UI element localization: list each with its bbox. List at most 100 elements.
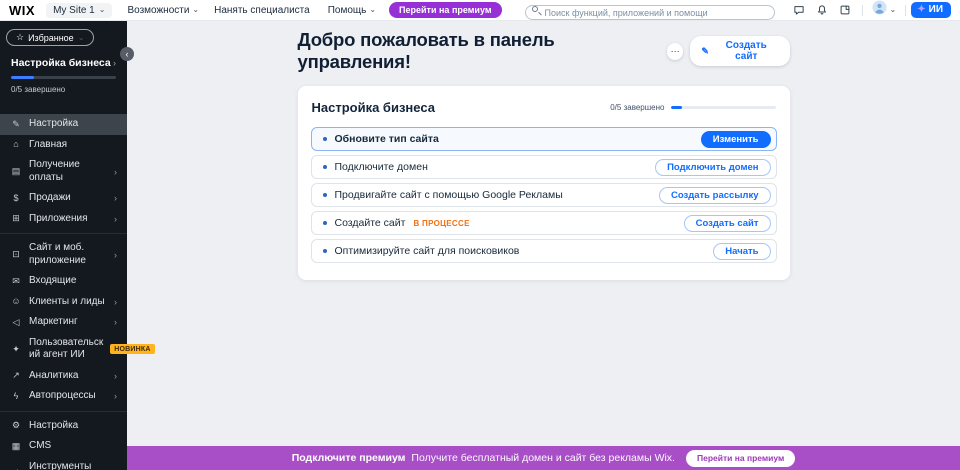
topbar-right: ⌄ ✦ ИИ <box>525 0 951 20</box>
banner-premium-button[interactable]: Перейти на премиум <box>686 450 795 467</box>
create-site-header-label: Создать сайт <box>714 40 779 62</box>
top-nav-item-label: Помощь <box>328 5 367 16</box>
top-nav: Возможности ⌄ Нанять специалиста Помощь … <box>112 5 376 16</box>
sidebar-item-label: Сайт и моб. приложение <box>29 242 107 267</box>
separator <box>862 5 863 16</box>
create-site-header-button[interactable]: ✎ Создать сайт <box>690 36 789 66</box>
wix-logo: WIX <box>9 3 35 18</box>
card-title: Настройка бизнеса <box>312 100 435 115</box>
business-setup-link[interactable]: Настройка бизнеса › <box>11 57 116 69</box>
business-setup-card: Настройка бизнеса 0/5 завершено Обновите… <box>298 86 790 280</box>
pencil-icon: ✎ <box>701 46 709 57</box>
card-progress-fill <box>671 106 683 109</box>
more-actions-button[interactable]: ⋯ <box>667 43 684 60</box>
pencil-icon: ✎ <box>10 120 22 129</box>
sidebar-item[interactable]: ⊞ Приложения › <box>0 209 127 230</box>
bullet-icon <box>323 165 327 169</box>
sidebar-item[interactable]: </> Инструменты разработчика › <box>0 457 127 470</box>
task-row: Обновите тип сайта Изменить <box>311 127 777 151</box>
task-row: Продвигайте сайт с помощью Google Реклам… <box>311 183 777 207</box>
task-action-button[interactable]: Изменить <box>701 131 771 148</box>
task-label: Оптимизируйте сайт для поисковиков <box>335 245 520 257</box>
chevron-right-icon: › <box>114 250 117 260</box>
sidebar-item[interactable]: ▤ Получение оплаты › <box>0 155 127 188</box>
task-list: Обновите тип сайта Изменить Подключите д… <box>311 127 777 263</box>
sidebar-item[interactable]: ⊡ Сайт и моб. приложение › <box>0 238 127 271</box>
site-mobile-icon: ⊡ <box>10 250 22 259</box>
top-nav-item[interactable]: Помощь ⌄ <box>328 5 376 16</box>
sidebar-item[interactable]: ✉ Входящие <box>0 271 127 292</box>
site-selector-label: My Site 1 <box>53 5 95 16</box>
sidebar-item-label: Входящие <box>29 275 117 288</box>
notifications-bell-icon[interactable] <box>816 4 829 17</box>
sidebar-collapse-button[interactable]: ‹ <box>120 47 134 61</box>
ai-button-label: ИИ <box>929 4 943 15</box>
page-header: Добро пожаловать в панель управления! ⋯ … <box>298 29 790 73</box>
premium-banner: Подключите премиум Получите бесплатный д… <box>127 446 960 470</box>
site-selector[interactable]: My Site 1 ⌄ <box>46 3 112 18</box>
chevron-right-icon: › <box>114 167 117 177</box>
search-box <box>525 3 775 18</box>
main-area: Добро пожаловать в панель управления! ⋯ … <box>127 20 960 470</box>
task-action-button[interactable]: Создать рассылку <box>659 187 771 204</box>
task-label: Обновите тип сайта <box>335 133 439 145</box>
contacts-icon: ☺ <box>10 297 22 306</box>
app-body: ‹ ☆ Избранное ⌄ Настройка бизнеса › 0/5 … <box>0 20 960 470</box>
chevron-right-icon: › <box>114 214 117 224</box>
task-action-button[interactable]: Подключить домен <box>655 159 770 176</box>
chevron-right-icon: › <box>114 371 117 381</box>
sidebar-item[interactable]: ✦ Пользовательск ий агент ИИ НОВИНКА <box>0 333 127 366</box>
task-action-button[interactable]: Начать <box>713 243 770 260</box>
banner-text: Получите бесплатный домен и сайт без рек… <box>411 452 675 464</box>
analytics-icon: ↗ <box>10 371 22 380</box>
upgrade-premium-button[interactable]: Перейти на премиум <box>389 2 501 18</box>
chevron-down-icon: ⌄ <box>78 34 85 42</box>
sidebar-item[interactable]: ▦ CMS <box>0 436 127 457</box>
sidebar-item-label: Главная <box>29 139 117 152</box>
avatar <box>872 0 887 20</box>
search-input[interactable] <box>525 5 775 20</box>
chevron-down-icon: ⌄ <box>890 6 897 14</box>
setup-progress-track <box>11 76 116 79</box>
business-setup-summary: Настройка бизнеса › 0/5 завершено <box>0 57 127 94</box>
sparkle-icon: ✦ <box>917 5 925 15</box>
top-nav-item-label: Нанять специалиста <box>214 5 310 16</box>
chevron-right-icon: › <box>113 58 116 68</box>
header-actions: ⋯ ✎ Создать сайт <box>667 36 790 66</box>
sidebar-item-label: Маркетинг <box>29 316 107 329</box>
favorites-button[interactable]: ☆ Избранное ⌄ <box>6 29 94 46</box>
top-nav-item[interactable]: Нанять специалиста <box>214 5 313 16</box>
sidebar-item[interactable]: ⌂ Главная <box>0 135 127 156</box>
gear-icon: ⚙ <box>10 421 22 430</box>
sidebar-item[interactable]: ⚙ Настройка <box>0 416 127 437</box>
top-nav-item-label: Возможности <box>127 5 189 16</box>
new-badge: НОВИНКА <box>110 344 154 354</box>
chevron-right-icon: › <box>114 193 117 203</box>
sidebar-item[interactable]: $ Продажи › <box>0 188 127 209</box>
sidebar-item-label: Пользовательск ий агент ИИ <box>29 337 103 362</box>
chat-icon[interactable] <box>793 4 806 17</box>
task-action-button[interactable]: Создать сайт <box>684 215 771 232</box>
account-menu[interactable]: ⌄ <box>872 0 897 20</box>
chevron-right-icon: › <box>114 317 117 327</box>
chevron-right-icon: › <box>114 391 117 401</box>
card-progress-track <box>671 106 776 109</box>
task-status-badge: В ПРОЦЕССЕ <box>413 219 469 228</box>
sidebar-item[interactable]: ϟ Автопроцессы › <box>0 386 127 407</box>
ai-sparkle-icon: ✦ <box>10 345 22 354</box>
top-nav-item[interactable]: Возможности ⌄ <box>127 5 199 16</box>
sidebar-item[interactable]: ↗ Аналитика › <box>0 366 127 387</box>
ai-assistant-button[interactable]: ✦ ИИ <box>911 2 951 18</box>
favorites-row: ☆ Избранное ⌄ <box>0 27 127 46</box>
setup-progress-fill <box>11 76 34 79</box>
bullet-icon <box>323 193 327 197</box>
sidebar-item[interactable]: ✎ Настройка <box>0 114 127 135</box>
sales-icon: $ <box>10 194 22 203</box>
apps-panel-icon[interactable] <box>839 4 852 17</box>
sidebar-item[interactable]: ◁ Маркетинг › <box>0 312 127 333</box>
setup-progress-caption: 0/5 завершено <box>11 85 116 94</box>
sidebar-item-label: Продажи <box>29 192 107 205</box>
star-icon: ☆ <box>16 32 24 43</box>
task-row: Оптимизируйте сайт для поисковиков Начат… <box>311 239 777 263</box>
sidebar-item[interactable]: ☺ Клиенты и лиды › <box>0 292 127 313</box>
